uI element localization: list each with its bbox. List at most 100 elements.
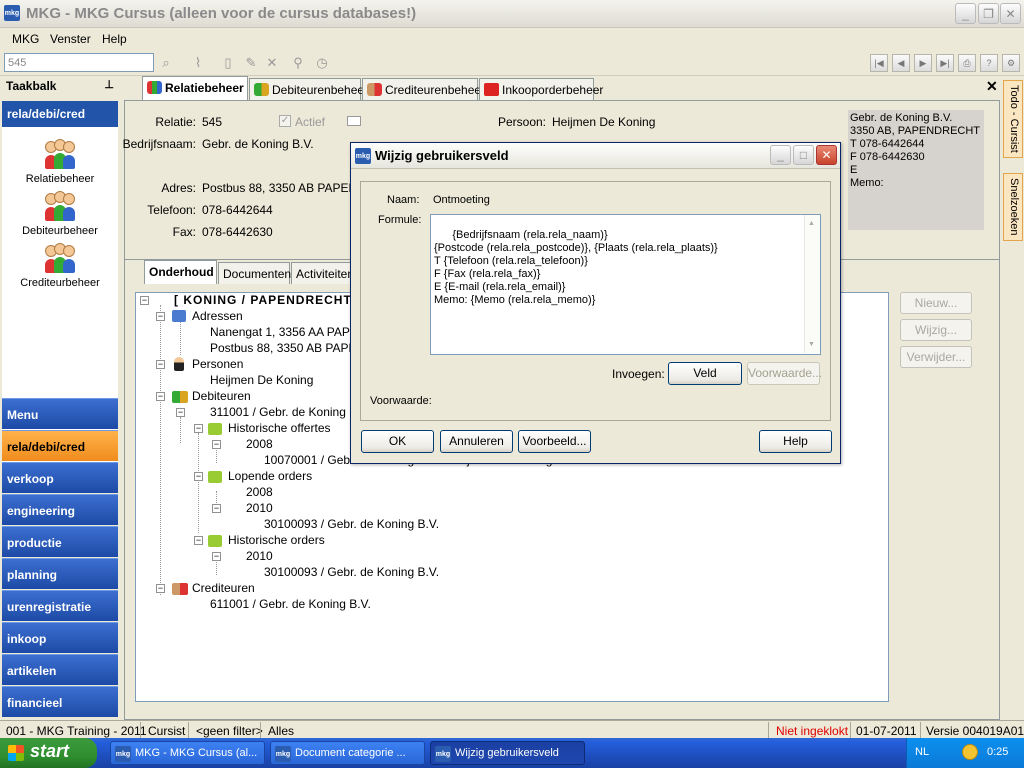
settings-icon[interactable]: ⚙ xyxy=(1002,54,1020,72)
tree-lopende-orders[interactable]: Lopende orders xyxy=(228,469,312,483)
tab-relatiebeheer[interactable]: Relatiebeheer xyxy=(142,76,248,100)
help-icon[interactable]: ? xyxy=(980,54,998,72)
subtab-onderhoud[interactable]: Onderhoud xyxy=(144,260,217,284)
dialog-maximize-button[interactable]: □ xyxy=(793,145,814,165)
delete-icon[interactable]: ✕ xyxy=(264,55,280,71)
start-button[interactable]: start xyxy=(0,738,97,768)
nav-planning[interactable]: planning xyxy=(2,558,118,589)
mail-icon[interactable] xyxy=(347,116,361,126)
close-tab-icon[interactable]: ✕ xyxy=(986,78,998,95)
tree-jaar-2010[interactable]: 2010 xyxy=(246,501,273,515)
collapse-icon[interactable]: − xyxy=(212,504,221,513)
mkg-app-icon: mkg xyxy=(355,148,371,164)
search-icon[interactable]: ⌕ xyxy=(158,55,174,71)
previous-record-icon[interactable]: ◀ xyxy=(892,54,910,72)
voorwaarde-button[interactable]: Voorwaarde... xyxy=(747,362,822,385)
close-button[interactable]: ✕ xyxy=(1000,3,1021,24)
language-indicator[interactable]: NL xyxy=(915,746,929,758)
voorbeeld-button[interactable]: Voorbeeld... xyxy=(518,430,591,453)
tree-hist-offertes[interactable]: Historische offertes xyxy=(228,421,331,435)
annuleren-button[interactable]: Annuleren xyxy=(440,430,513,453)
restore-button[interactable]: ❐ xyxy=(978,3,999,24)
menu-venster[interactable]: Venster xyxy=(50,32,91,46)
crediteurbeheer-shortcut[interactable]: Crediteurbeheer xyxy=(2,243,118,289)
nav-rela-debi-cred[interactable]: rela/debi/cred xyxy=(2,430,118,461)
collapse-icon[interactable]: − xyxy=(156,312,165,321)
tree-debiteur-1[interactable]: 311001 / Gebr. de Koning B.V. xyxy=(210,405,371,419)
pin-icon[interactable]: ⊥ xyxy=(104,78,114,91)
nav-urenregistratie[interactable]: urenregistratie xyxy=(2,590,118,621)
veld-button[interactable]: Veld xyxy=(668,362,742,385)
clock-icon[interactable]: ◷ xyxy=(314,55,330,71)
formule-scrollbar[interactable]: ▲ ▼ xyxy=(804,215,820,353)
tree-jaar-2010[interactable]: 2010 xyxy=(246,549,273,563)
tab-crediteurenbeheer[interactable]: Crediteurenbeheer xyxy=(362,78,485,100)
last-record-icon[interactable]: ▶| xyxy=(936,54,954,72)
tree-hist-orders[interactable]: Historische orders xyxy=(228,533,325,547)
menu-help[interactable]: Help xyxy=(102,32,127,46)
collapse-icon[interactable]: − xyxy=(156,392,165,401)
tab-inkooporderbeheer[interactable]: Inkooporderbeheer xyxy=(479,78,603,100)
print-icon[interactable]: ⎙ xyxy=(958,54,976,72)
tree-order-1[interactable]: 30100093 / Gebr. de Koning B.V. xyxy=(264,517,439,531)
tree-crediteuren[interactable]: Crediteuren xyxy=(192,581,255,595)
help-button[interactable]: Help xyxy=(759,430,832,453)
next-record-icon[interactable]: ▶ xyxy=(914,54,932,72)
nav-inkoop[interactable]: inkoop xyxy=(2,622,118,653)
nav-verkoop[interactable]: verkoop xyxy=(2,462,118,493)
wijzig-button[interactable]: Wijzig... xyxy=(900,319,972,341)
binoculars-icon[interactable]: ⚲ xyxy=(290,55,306,71)
taskbar-app-mkg[interactable]: mkg MKG - MKG Cursus (al... xyxy=(110,741,265,765)
taskbar-app-document[interactable]: mkg Document categorie ... xyxy=(270,741,425,765)
debiteurbeheer-label: Debiteurbeheer xyxy=(22,225,98,237)
nav-artikelen[interactable]: artikelen xyxy=(2,654,118,685)
windows-logo-icon xyxy=(8,745,24,761)
tree-order-2[interactable]: 30100093 / Gebr. de Koning B.V. xyxy=(264,565,439,579)
subtab-activiteiten[interactable]: Activiteiten xyxy=(291,262,353,284)
record-number-input[interactable] xyxy=(4,53,154,72)
tray-clock-icon[interactable] xyxy=(962,744,978,760)
collapse-icon[interactable]: − xyxy=(194,536,203,545)
collapse-icon[interactable]: − xyxy=(176,408,185,417)
collapse-icon[interactable]: − xyxy=(140,296,149,305)
collapse-icon[interactable]: − xyxy=(212,440,221,449)
tree-crediteur-1[interactable]: 611001 / Gebr. de Koning B.V. xyxy=(210,597,371,611)
collapse-icon[interactable]: − xyxy=(194,472,203,481)
subtab-documenten[interactable]: Documenten xyxy=(218,262,291,284)
tree-adressen[interactable]: Adressen xyxy=(192,309,243,323)
tree-jaar-2008[interactable]: 2008 xyxy=(246,485,273,499)
tree-jaar-2008[interactable]: 2008 xyxy=(246,437,273,451)
nieuw-button[interactable]: Nieuw... xyxy=(900,292,972,314)
tree-persoon-1[interactable]: Heijmen De Koning xyxy=(210,373,313,387)
nav-menu[interactable]: Menu xyxy=(2,398,118,429)
minimize-button[interactable]: _ xyxy=(955,3,976,24)
dialog-close-button[interactable]: ✕ xyxy=(816,145,837,165)
collapse-icon[interactable]: − xyxy=(212,552,221,561)
tab-todo-cursist[interactable]: Todo - Cursist xyxy=(1003,80,1023,158)
dialog-minimize-button[interactable]: _ xyxy=(770,145,791,165)
collapse-icon[interactable]: − xyxy=(194,424,203,433)
collapse-icon[interactable]: − xyxy=(156,584,165,593)
menu-mkg[interactable]: MKG xyxy=(12,32,39,46)
formule-textarea[interactable]: {Bedrijfsnaam (rela.rela_naam)} {Postcod… xyxy=(430,214,821,355)
nav-productie[interactable]: productie xyxy=(2,526,118,557)
edit-pencil-icon[interactable]: ✎ xyxy=(243,55,259,71)
collapse-icon[interactable]: − xyxy=(156,360,165,369)
tab-debiteurenbeheer[interactable]: Debiteurenbeheer xyxy=(249,78,368,100)
verwijder-button[interactable]: Verwijder... xyxy=(900,346,972,368)
tab-snelzoeken[interactable]: Snelzoeken xyxy=(1003,173,1023,241)
relatiebeheer-shortcut[interactable]: Relatiebeheer xyxy=(2,139,118,185)
tree-personen[interactable]: Personen xyxy=(192,357,243,371)
tree-root[interactable]: [ KONING / PAPENDRECHT ] xyxy=(174,293,361,307)
new-document-icon[interactable]: ▯ xyxy=(220,55,236,71)
debiteurbeheer-shortcut[interactable]: Debiteurbeheer xyxy=(2,191,118,237)
actief-checkbox[interactable]: ✓ xyxy=(279,115,291,127)
status-filter[interactable]: <geen filter> xyxy=(196,724,263,738)
attach-icon[interactable]: ⌇ xyxy=(190,55,206,71)
first-record-icon[interactable]: |◀ xyxy=(870,54,888,72)
nav-financieel[interactable]: financieel xyxy=(2,686,118,717)
tree-debiteuren[interactable]: Debiteuren xyxy=(192,389,251,403)
taskbar-app-wijzig[interactable]: mkg Wijzig gebruikersveld xyxy=(430,741,585,765)
ok-button[interactable]: OK xyxy=(361,430,434,453)
nav-engineering[interactable]: engineering xyxy=(2,494,118,525)
